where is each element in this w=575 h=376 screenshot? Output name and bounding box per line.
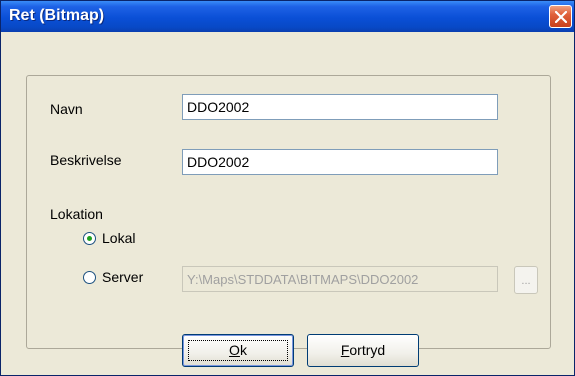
cancel-label-rest: ortryd xyxy=(349,342,386,358)
edit-bitmap-dialog: Ret (Bitmap) Navn Beskrivelse Lokation L… xyxy=(0,0,575,376)
location-label: Lokation xyxy=(50,206,103,222)
dialog-client-area: Navn Beskrivelse Lokation Lokal Server .… xyxy=(1,32,574,375)
name-input[interactable] xyxy=(182,94,498,120)
close-x-icon xyxy=(555,11,567,23)
name-label: Navn xyxy=(50,101,83,117)
local-radio-button[interactable] xyxy=(83,231,96,245)
ok-mnemonic: O xyxy=(229,342,240,358)
window-title: Ret (Bitmap) xyxy=(9,7,105,24)
server-radio-button[interactable] xyxy=(83,270,96,284)
title-bar[interactable]: Ret (Bitmap) xyxy=(1,1,574,32)
description-input[interactable] xyxy=(182,149,498,175)
description-label: Beskrivelse xyxy=(50,152,122,168)
server-radio-option[interactable]: Server xyxy=(83,269,143,285)
server-path-input xyxy=(182,266,498,292)
cancel-button[interactable]: Fortryd xyxy=(307,334,419,367)
ok-label-rest: k xyxy=(239,342,247,358)
server-radio-label: Server xyxy=(102,269,144,285)
ok-button[interactable]: Ok xyxy=(182,334,294,367)
local-radio-label: Lokal xyxy=(102,230,136,246)
close-button[interactable] xyxy=(549,5,572,28)
local-radio-option[interactable]: Lokal xyxy=(83,230,135,246)
browse-button: ... xyxy=(514,266,538,294)
